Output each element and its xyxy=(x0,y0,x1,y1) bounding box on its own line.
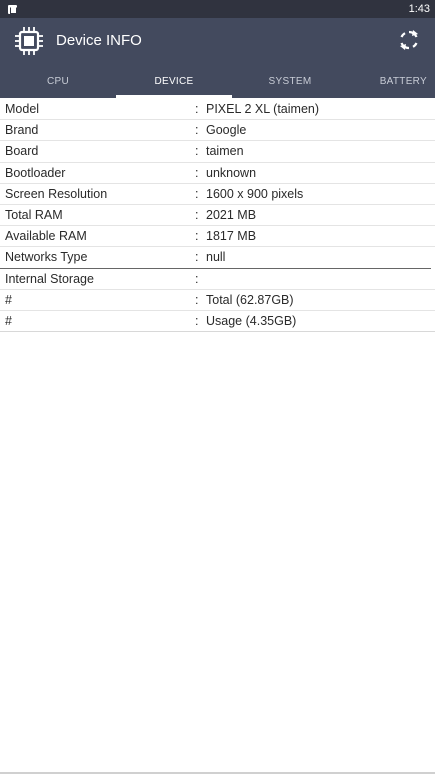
tab-label: SYSTEM xyxy=(268,75,312,87)
table-row: Model : PIXEL 2 XL (taimen) xyxy=(0,99,435,121)
tab-bar: CPU DEVICE SYSTEM BATTERY xyxy=(0,64,435,98)
row-value: 1817 MB xyxy=(206,229,257,244)
table-row: # : Total (62.87GB) xyxy=(0,290,435,311)
row-separator: : xyxy=(195,292,199,307)
row-separator: : xyxy=(195,208,199,223)
table-row: # : Usage (4.35GB) xyxy=(0,311,435,333)
tab-device[interactable]: DEVICE xyxy=(116,64,232,98)
row-label: Networks Type xyxy=(5,250,88,265)
table-row: Board : taimen xyxy=(0,141,435,163)
row-value: 2021 MB xyxy=(206,208,257,223)
row-value: null xyxy=(206,250,226,265)
row-label: # xyxy=(5,313,12,328)
row-label: Bootloader xyxy=(5,165,66,180)
row-separator: : xyxy=(195,165,199,180)
tab-cpu[interactable]: CPU xyxy=(0,64,116,98)
row-value: 1600 x 900 pixels xyxy=(206,186,304,201)
row-separator: : xyxy=(195,186,199,201)
row-label: Available RAM xyxy=(5,229,87,244)
tab-label: DEVICE xyxy=(154,75,194,87)
row-value: PIXEL 2 XL (taimen) xyxy=(206,102,320,117)
tab-system[interactable]: SYSTEM xyxy=(232,64,348,98)
app-title: Device INFO xyxy=(56,32,142,49)
status-time: 1:43 xyxy=(408,3,430,15)
row-value: Total (62.87GB) xyxy=(206,292,294,307)
row-separator: : xyxy=(195,123,199,138)
row-separator: : xyxy=(195,102,199,117)
row-label: Screen Resolution xyxy=(5,186,108,201)
row-label: Total RAM xyxy=(5,208,63,223)
table-row: Available RAM : 1817 MB xyxy=(0,226,435,248)
row-separator: : xyxy=(195,313,199,328)
table-row: Brand : Google xyxy=(0,120,435,142)
table-row: Internal Storage : xyxy=(0,269,435,290)
row-label: Brand xyxy=(5,123,39,138)
table-row: Networks Type : null xyxy=(0,247,431,269)
tab-label: CPU xyxy=(46,75,69,87)
row-label: Internal Storage xyxy=(5,271,94,286)
status-bar: 1:43 xyxy=(0,0,435,18)
notification-icon xyxy=(8,4,17,14)
tab-label: BATTERY xyxy=(379,75,427,87)
row-separator: : xyxy=(195,250,199,265)
row-separator: : xyxy=(195,271,199,286)
row-label: # xyxy=(5,292,12,307)
row-label: Model xyxy=(5,102,40,117)
refresh-icon[interactable] xyxy=(397,28,421,52)
tab-battery[interactable]: BATTERY xyxy=(348,64,435,98)
cpu-chip-icon xyxy=(15,27,43,55)
table-row: Screen Resolution : 1600 x 900 pixels xyxy=(0,184,435,205)
row-value: Google xyxy=(206,123,247,138)
row-value: unknown xyxy=(206,165,257,180)
table-row: Total RAM : 2021 MB xyxy=(0,205,435,227)
app-bar: Device INFO xyxy=(0,18,435,64)
row-value: Usage (4.35GB) xyxy=(206,313,297,328)
row-label: Board xyxy=(5,144,39,159)
row-value: taimen xyxy=(206,144,244,159)
row-separator: : xyxy=(195,144,199,159)
device-info-table: Model : PIXEL 2 XL (taimen) Brand : Goog… xyxy=(0,99,435,333)
row-separator: : xyxy=(195,229,199,244)
table-row: Bootloader : unknown xyxy=(0,163,435,184)
